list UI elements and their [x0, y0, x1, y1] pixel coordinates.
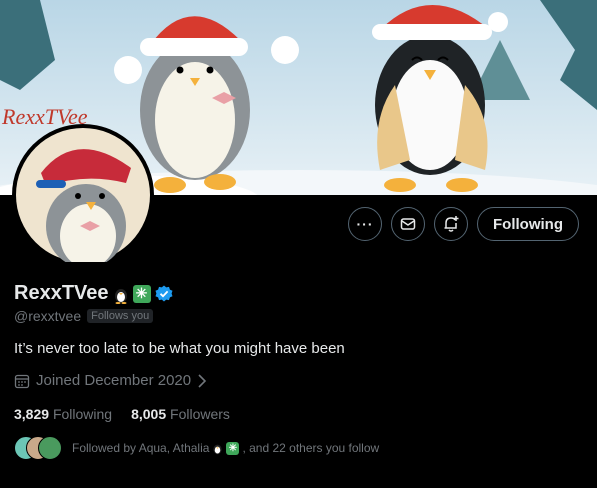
- chevron-right-icon: [198, 373, 207, 388]
- followers-count: 8,005: [131, 406, 167, 422]
- more-button[interactable]: ···: [348, 207, 383, 241]
- profile-name-row: RexxTVee ✳: [14, 282, 173, 305]
- avatar: [38, 436, 62, 460]
- followed-by-row[interactable]: Followed by Aqua, Athalia ✳ , and 22 oth…: [14, 436, 379, 460]
- verified-badge-icon[interactable]: [155, 285, 173, 303]
- profile-avatar[interactable]: [12, 124, 154, 266]
- follows-you-badge: Follows you: [87, 309, 154, 323]
- followed-by-suffix: , and 22 others you follow: [242, 441, 380, 455]
- notify-bell-icon: [444, 216, 459, 232]
- profile-bio: It’s never too late to be what you might…: [14, 340, 345, 357]
- joined-text: Joined December 2020: [36, 372, 192, 389]
- followed-by-prefix: Followed by Aqua, Athalia: [72, 441, 210, 455]
- followers-count-link[interactable]: 8,005 Followers: [131, 406, 230, 422]
- notify-button[interactable]: [434, 207, 469, 241]
- profile-actions: ··· Following: [348, 207, 579, 241]
- display-name: RexxTVee: [14, 282, 109, 304]
- followed-by-avatars: [14, 436, 62, 460]
- sparkle-emoji-icon: ✳: [132, 284, 151, 303]
- more-icon: ···: [356, 216, 374, 232]
- following-button[interactable]: Following: [477, 207, 579, 241]
- joined-date-link[interactable]: Joined December 2020: [14, 372, 207, 389]
- sparkle-emoji-icon: ✳: [226, 441, 240, 455]
- followers-count-label: Followers: [170, 406, 230, 422]
- penguin-emoji-icon: [213, 444, 223, 455]
- profile-handle-row: @rexxtvee Follows you: [14, 308, 154, 324]
- message-button[interactable]: [391, 207, 426, 241]
- message-icon: [400, 218, 416, 230]
- penguin-emoji-icon: [114, 288, 127, 304]
- following-count-link[interactable]: 3,829 Following: [14, 406, 112, 422]
- following-count: 3,829: [14, 406, 50, 422]
- following-count-label: Following: [52, 406, 113, 422]
- handle: @rexxtvee: [14, 308, 82, 324]
- profile-stats: 3,829 Following 8,005 Followers: [14, 406, 230, 422]
- calendar-icon: [14, 374, 30, 388]
